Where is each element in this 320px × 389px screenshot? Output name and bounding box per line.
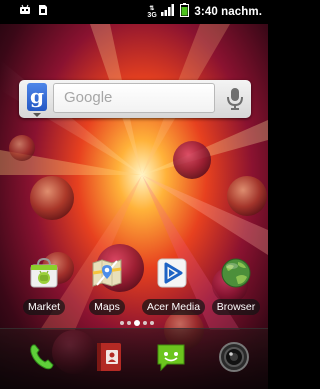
contacts-button[interactable] xyxy=(91,339,127,375)
app-label-market: Market xyxy=(22,299,66,315)
app-label-browser: Browser xyxy=(211,299,261,315)
network-type-label: 3G xyxy=(147,11,157,19)
search-input[interactable]: Google xyxy=(53,83,215,113)
browser-icon xyxy=(221,258,251,288)
camera-button[interactable] xyxy=(216,339,252,375)
signal-strength-icon xyxy=(161,3,175,21)
app-acer-media[interactable]: Acer Media xyxy=(142,257,206,317)
messaging-button[interactable] xyxy=(153,339,189,375)
voice-search-button[interactable] xyxy=(223,84,247,112)
page-dot xyxy=(150,321,154,325)
app-label-maps: Maps xyxy=(89,299,125,315)
contacts-icon xyxy=(97,343,121,371)
page-dot xyxy=(143,321,147,325)
dropdown-arrow-icon xyxy=(33,113,41,117)
network-3g-icon: ⇅ 3G xyxy=(147,5,157,19)
clock-time: 3:40 nachm. xyxy=(194,6,262,18)
market-icon xyxy=(30,257,58,288)
app-label-acer-media: Acer Media xyxy=(142,299,206,315)
phone-button[interactable] xyxy=(24,339,60,375)
microphone-icon xyxy=(227,88,243,110)
acer-media-icon xyxy=(157,258,187,288)
android-home-screen: ⇅ 3G 3:40 nachm. g Google Market Maps Ac… xyxy=(0,0,268,389)
camera-icon xyxy=(219,342,249,372)
google-search-widget: g Google xyxy=(19,80,251,118)
app-browser[interactable]: Browser xyxy=(206,257,266,317)
status-bar: ⇅ 3G 3:40 nachm. xyxy=(0,0,268,24)
battery-icon xyxy=(180,2,190,22)
sd-card-icon xyxy=(38,3,48,21)
search-source-button[interactable]: g xyxy=(27,83,47,111)
dock xyxy=(0,328,268,389)
page-dot-current xyxy=(134,320,140,326)
app-maps[interactable]: Maps xyxy=(77,257,137,317)
maps-icon xyxy=(92,259,122,287)
page-dot xyxy=(120,321,124,325)
messaging-icon xyxy=(157,344,185,372)
google-logo-icon: g xyxy=(30,84,44,108)
phone-icon xyxy=(30,344,54,370)
page-dot xyxy=(127,321,131,325)
search-placeholder: Google xyxy=(64,89,113,106)
usb-debugging-icon xyxy=(18,3,32,21)
page-indicator xyxy=(120,319,160,327)
app-market[interactable]: Market xyxy=(14,257,74,317)
